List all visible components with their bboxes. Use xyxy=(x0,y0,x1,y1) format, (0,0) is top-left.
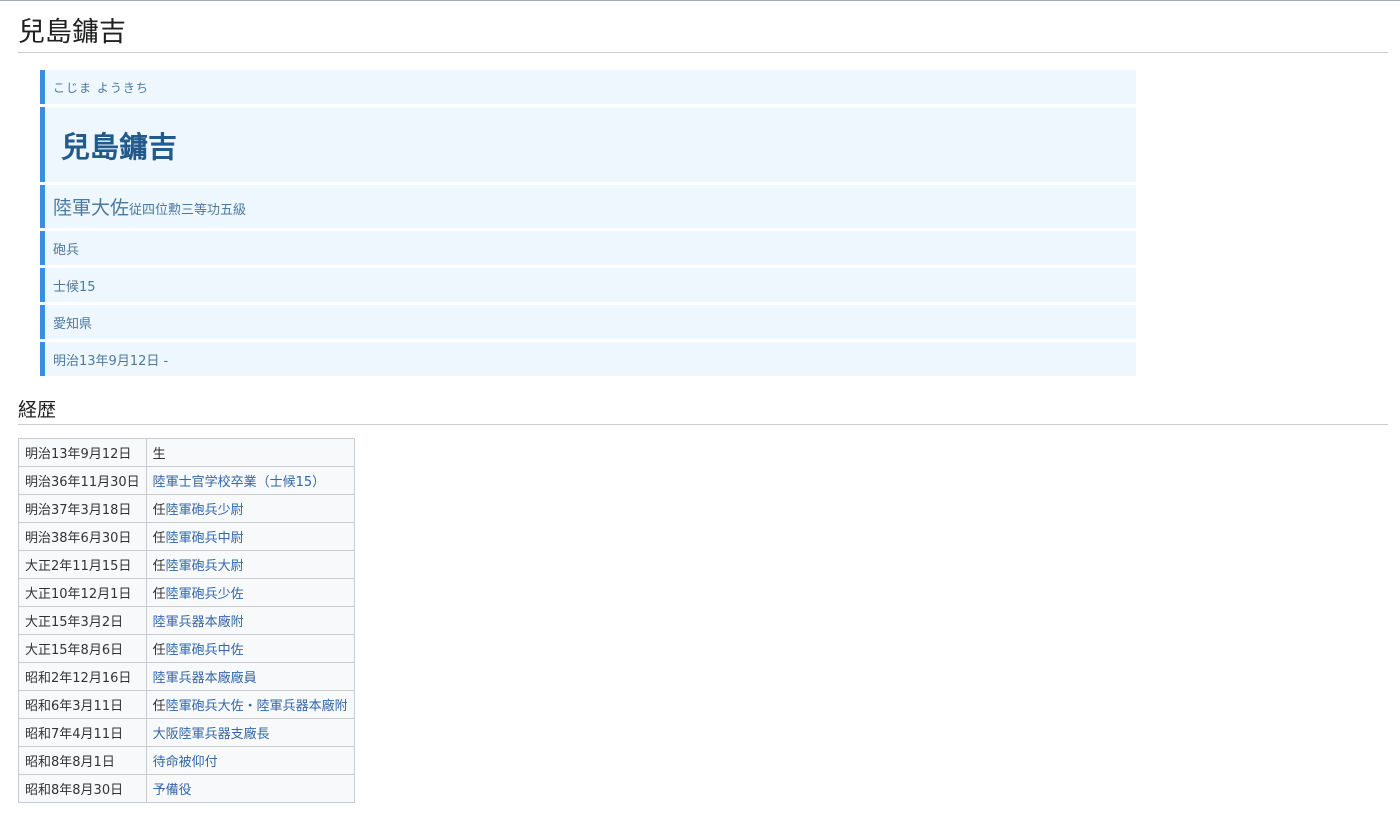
career-event-prefix: 任 xyxy=(152,643,166,658)
career-event-link[interactable]: 予備役 xyxy=(153,783,192,798)
career-heading: 経歴 xyxy=(18,396,1388,425)
career-event: 陸軍士官学校卒業（士候15） xyxy=(145,466,355,495)
career-event-link[interactable]: 待命被仰付 xyxy=(153,755,218,770)
rank-decorations: 従四位勲三等功五級 xyxy=(129,203,247,218)
career-event-link[interactable]: 大阪陸軍兵器支廠長 xyxy=(153,727,270,742)
career-date: 昭和8年8月1日 xyxy=(18,746,147,775)
career-date: 大正2年11月15日 xyxy=(18,550,147,579)
career-event: 任陸軍砲兵中尉 xyxy=(145,522,355,551)
career-date: 大正15年8月6日 xyxy=(18,634,147,663)
lifespan-text: 明治13年9月12日 - xyxy=(53,353,169,369)
table-row: 明治38年6月30日 任陸軍砲兵中尉 xyxy=(18,522,355,551)
profile-box: こじま ようきち 兒島鏞吉 陸軍大佐 従四位勲三等功五級 砲兵 士候15 愛知県… xyxy=(40,70,1136,379)
career-date: 昭和8年8月30日 xyxy=(18,774,147,803)
career-date: 昭和6年3月11日 xyxy=(18,690,147,719)
career-event-prefix: 任 xyxy=(152,587,166,602)
name-text: 兒島鏞吉 xyxy=(61,129,178,164)
career-event: 陸軍兵器本廠附 xyxy=(145,606,355,635)
table-row: 明治37年3月18日 任陸軍砲兵少尉 xyxy=(18,494,355,523)
profile-origin: 愛知県 xyxy=(40,305,1136,339)
rank-main[interactable]: 陸軍大佐 xyxy=(53,193,129,220)
career-event-link[interactable]: 陸軍兵器本廠廠員 xyxy=(153,671,257,686)
career-date: 昭和2年12月16日 xyxy=(18,662,147,691)
table-row: 大正15年3月2日 陸軍兵器本廠附 xyxy=(18,606,355,635)
career-event-prefix: 任 xyxy=(152,503,166,518)
career-date: 明治36年11月30日 xyxy=(18,466,147,495)
table-row: 昭和6年3月11日 任陸軍砲兵大佐・陸軍兵器本廠附 xyxy=(18,690,355,719)
table-row: 昭和7年4月11日 大阪陸軍兵器支廠長 xyxy=(18,718,355,747)
profile-rank: 陸軍大佐 従四位勲三等功五級 xyxy=(40,185,1136,228)
career-event: 生 xyxy=(145,438,355,467)
career-date: 明治13年9月12日 xyxy=(18,438,147,467)
profile-name: 兒島鏞吉 xyxy=(40,107,1136,182)
table-row: 大正15年8月6日 任陸軍砲兵中佐 xyxy=(18,634,355,663)
table-row: 昭和2年12月16日 陸軍兵器本廠廠員 xyxy=(18,662,355,691)
table-row: 明治36年11月30日 陸軍士官学校卒業（士候15） xyxy=(18,466,355,495)
branch-text[interactable]: 砲兵 xyxy=(53,239,79,258)
career-event-prefix: 任 xyxy=(152,559,166,574)
career-table: 明治13年9月12日生明治36年11月30日 陸軍士官学校卒業（士候15） 明治37… xyxy=(18,438,355,803)
career-event-link[interactable]: 陸軍砲兵少佐 xyxy=(166,587,244,602)
career-event-link[interactable]: 陸軍砲兵大佐・陸軍兵器本廠附 xyxy=(166,699,348,714)
career-date: 大正10年12月1日 xyxy=(18,578,147,607)
career-event-prefix: 任 xyxy=(152,699,166,714)
class-text[interactable]: 士候15 xyxy=(53,276,96,295)
career-date: 大正15年3月2日 xyxy=(18,606,147,635)
profile-reading: こじま ようきち xyxy=(40,70,1136,104)
origin-text[interactable]: 愛知県 xyxy=(53,313,92,332)
career-event-link[interactable]: 陸軍兵器本廠附 xyxy=(153,615,244,630)
table-row: 大正10年12月1日 任陸軍砲兵少佐 xyxy=(18,578,355,607)
profile-class: 士候15 xyxy=(40,268,1136,302)
page-title: 兒島鏞吉 xyxy=(18,14,1388,53)
table-row: 昭和8年8月1日 待命被仰付 xyxy=(18,746,355,775)
table-row: 明治13年9月12日生 xyxy=(18,438,355,467)
reading-text: こじま ようきち xyxy=(53,80,149,95)
career-event-link[interactable]: 陸軍砲兵少尉 xyxy=(166,503,244,518)
profile-lifespan: 明治13年9月12日 - xyxy=(40,342,1136,376)
career-event: 待命被仰付 xyxy=(145,746,355,775)
career-event: 任陸軍砲兵中佐 xyxy=(145,634,355,663)
career-event: 任陸軍砲兵少佐 xyxy=(145,578,355,607)
profile-branch: 砲兵 xyxy=(40,231,1136,265)
career-event-prefix: 任 xyxy=(152,531,166,546)
career-date: 明治38年6月30日 xyxy=(18,522,147,551)
career-event-link: 生 xyxy=(152,447,166,462)
career-event-link[interactable]: 陸軍砲兵中尉 xyxy=(166,531,244,546)
career-event: 陸軍兵器本廠廠員 xyxy=(145,662,355,691)
career-event-link[interactable]: 陸軍砲兵中佐 xyxy=(166,643,244,658)
table-row: 昭和8年8月30日 予備役 xyxy=(18,774,355,803)
career-date: 昭和7年4月11日 xyxy=(18,718,147,747)
career-event: 任陸軍砲兵大佐・陸軍兵器本廠附 xyxy=(145,690,355,719)
career-event-link[interactable]: 陸軍士官学校卒業（士候15） xyxy=(153,475,326,490)
career-event: 任陸軍砲兵大尉 xyxy=(145,550,355,579)
career-date: 明治37年3月18日 xyxy=(18,494,147,523)
career-event: 任陸軍砲兵少尉 xyxy=(145,494,355,523)
career-event-link[interactable]: 陸軍砲兵大尉 xyxy=(166,559,244,574)
career-event: 大阪陸軍兵器支廠長 xyxy=(145,718,355,747)
top-border xyxy=(0,0,1400,1)
table-row: 大正2年11月15日 任陸軍砲兵大尉 xyxy=(18,550,355,579)
career-event: 予備役 xyxy=(145,774,355,803)
